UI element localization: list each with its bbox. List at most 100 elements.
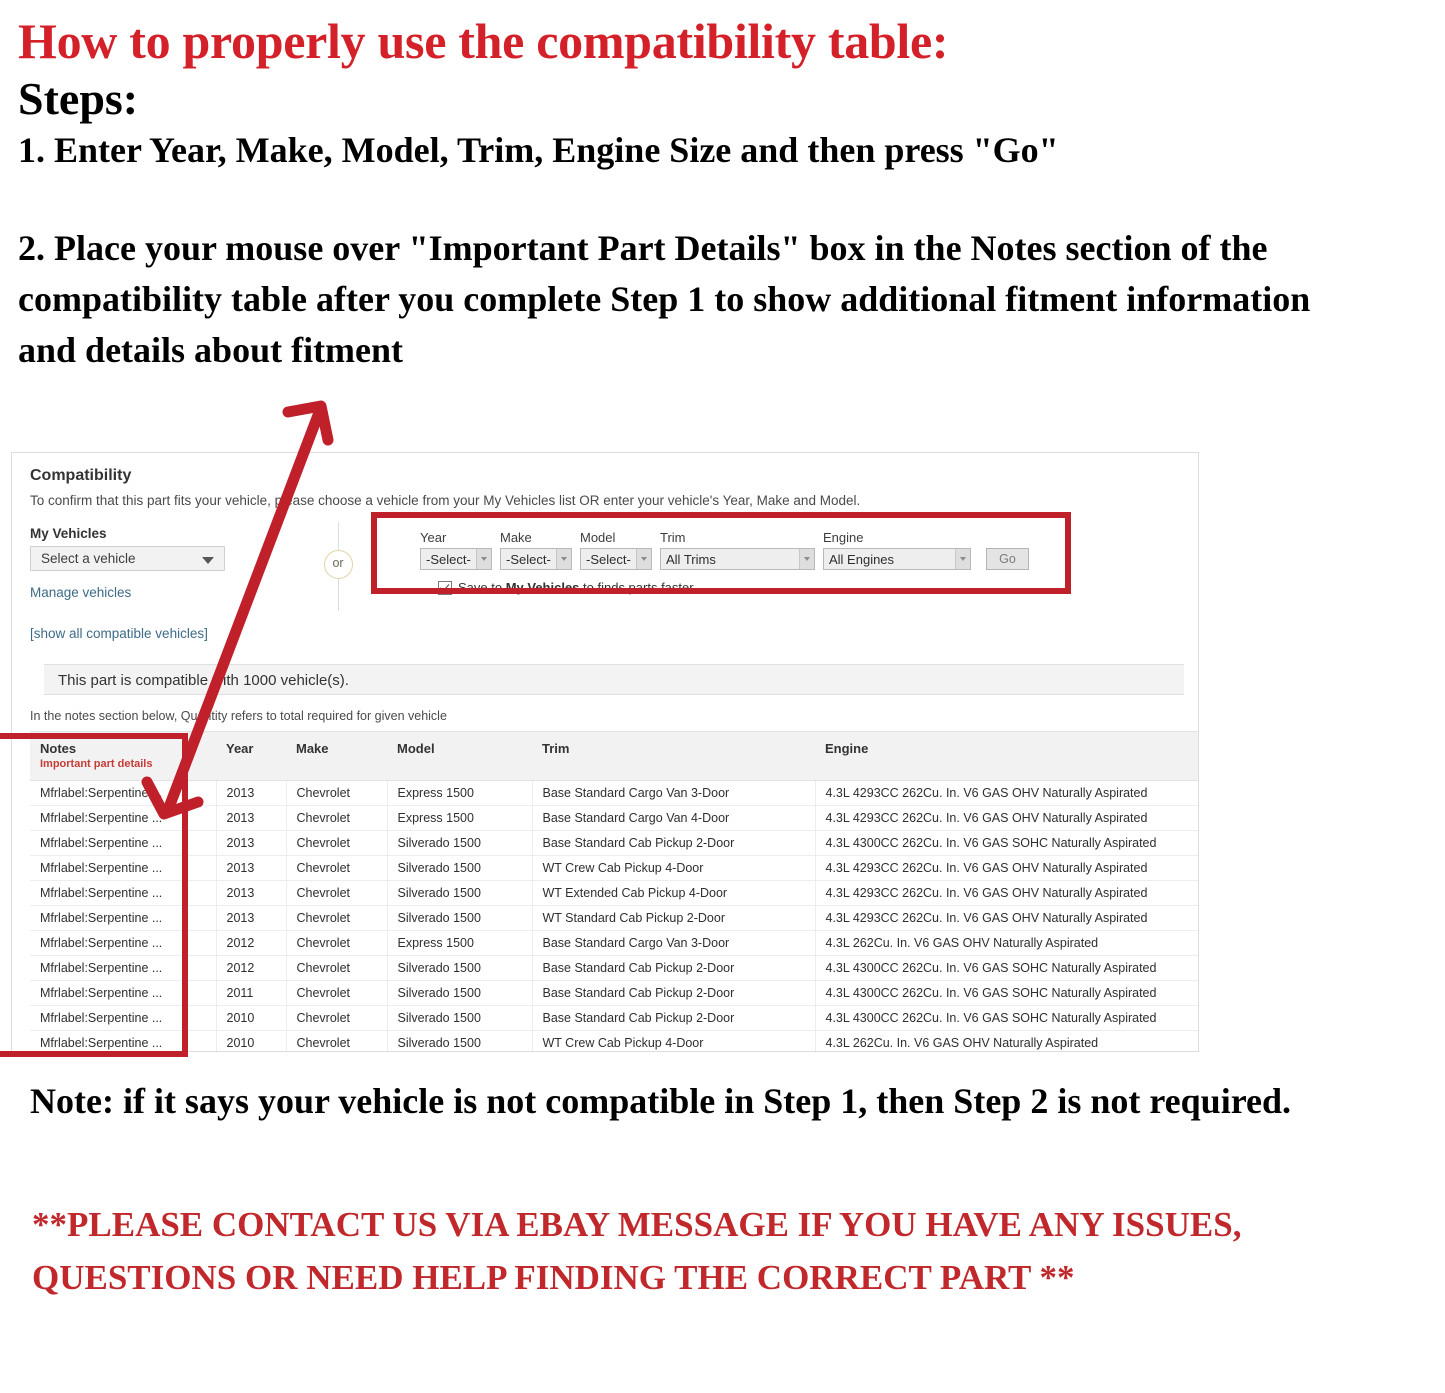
cell-model: Silverado 1500 [387,905,533,931]
trim-select[interactable]: All Trims [660,548,815,570]
step-1-text: 1. Enter Year, Make, Model, Trim, Engine… [18,129,1059,170]
page-title: How to properly use the compatibility ta… [18,13,949,69]
important-part-details-label: Important part details [40,758,153,770]
cell-notes[interactable]: Mfrlabel:Serpentine ... [30,805,217,831]
cell-year: 2013 [216,905,287,931]
contact-text: **PLEASE CONTACT US VIA EBAY MESSAGE IF … [32,1205,1242,1298]
model-field-group: Model -Select- [580,530,652,570]
cell-trim: Base Standard Cargo Van 3-Door [532,780,816,806]
model-value: -Select- [586,551,631,567]
cell-trim: Base Standard Cargo Van 4-Door [532,805,816,831]
cell-notes[interactable]: Mfrlabel:Serpentine ... [30,1030,217,1051]
cell-engine: 4.3L 262Cu. In. V6 GAS OHV Naturally Asp… [815,930,1198,956]
table-header-row: Notes Important part details Year Make M… [30,731,1198,781]
table-row: Mfrlabel:Serpentine ... 2013 Chevrolet Silv… [30,830,1198,856]
cell-year: 2013 [216,855,287,881]
or-divider-line-bottom [337,579,339,611]
cell-model: Express 1500 [387,780,533,806]
year-select[interactable]: -Select- [420,548,492,570]
chevron-down-icon [799,549,814,569]
cell-make: Chevrolet [286,780,388,806]
cell-engine: 4.3L 4293CC 262Cu. In. V6 GAS OHV Natura… [815,905,1198,931]
cell-engine: 4.3L 4293CC 262Cu. In. V6 GAS OHV Natura… [815,880,1198,906]
year-field-group: Year -Select- [420,530,492,570]
instructions-block: How to properly use the compatibility ta… [18,14,1418,376]
cell-notes[interactable]: Mfrlabel:Serpentine ... [30,780,217,806]
fitment-table-body: Mfrlabel:Serpentine ... 2013 Chevrolet Expr… [30,780,1198,1051]
cell-make: Chevrolet [286,930,388,956]
cell-notes[interactable]: Mfrlabel:Serpentine ... [30,880,217,906]
cell-trim: Base Standard Cab Pickup 2-Door [532,980,816,1006]
cell-notes[interactable]: Mfrlabel:Serpentine ... [30,830,217,856]
make-label: Make [500,530,532,545]
my-vehicles-select[interactable]: Select a vehicle [30,546,225,571]
cell-notes[interactable]: Mfrlabel:Serpentine ... [30,930,217,956]
save-text-bold: My Vehicles [505,580,580,595]
cell-make: Chevrolet [286,905,388,931]
go-button[interactable]: Go [986,548,1029,570]
show-all-compatible-vehicles-link[interactable]: [show all compatible vehicles] [30,626,300,641]
compatibility-heading: Compatibility [30,467,132,484]
make-select[interactable]: -Select- [500,548,572,570]
engine-value: All Engines [829,551,895,567]
trim-field-group: Trim All Trims [660,530,815,570]
year-label: Year [420,530,447,545]
trim-value: All Trims [666,551,716,567]
table-row: Mfrlabel:Serpentine ... 2013 Chevrolet Expr… [30,805,1198,831]
cell-year: 2010 [216,1005,287,1031]
my-vehicles-value: Select a vehicle [41,551,136,566]
cell-model: Silverado 1500 [387,855,533,881]
year-value: -Select- [426,551,471,567]
chevron-down-icon [955,549,970,569]
cell-make: Chevrolet [286,880,388,906]
cell-year: 2012 [216,930,287,956]
column-header-make: Make [286,731,387,781]
cell-model: Express 1500 [387,805,533,831]
cell-model: Silverado 1500 [387,830,533,856]
table-row: Mfrlabel:Serpentine ... 2012 Chevrolet Expr… [30,930,1198,956]
cell-trim: WT Extended Cab Pickup 4-Door [532,880,816,906]
column-header-year: Year [216,731,286,781]
cell-make: Chevrolet [286,805,388,831]
vehicle-selection-row: My Vehicles Select a vehicle Manage vehi… [30,522,1180,646]
column-header-notes: Notes Important part details [30,731,216,781]
notes-quantity-hint: In the notes section below, Quantity ref… [30,709,447,723]
cell-year: 2013 [216,830,287,856]
engine-select[interactable]: All Engines [823,548,971,570]
table-row: Mfrlabel:Serpentine ... 2011 Chevrolet Silv… [30,980,1198,1006]
save-to-my-vehicles-label: Save to My Vehicles to finds parts faste… [458,580,694,595]
table-row: Mfrlabel:Serpentine ... 2013 Chevrolet Expr… [30,780,1198,806]
cell-model: Silverado 1500 [387,955,533,981]
step-2-text: 2. Place your mouse over "Important Part… [18,227,1311,371]
table-row: Mfrlabel:Serpentine ... 2012 Chevrolet Silv… [30,955,1198,981]
cell-year: 2010 [216,1030,287,1051]
model-select[interactable]: -Select- [580,548,652,570]
cell-engine: 4.3L 4300CC 262Cu. In. V6 GAS SOHC Natur… [815,830,1198,856]
cell-notes[interactable]: Mfrlabel:Serpentine ... [30,955,217,981]
cell-make: Chevrolet [286,955,388,981]
column-header-model: Model [387,731,532,781]
column-header-engine: Engine [815,731,1198,781]
table-row: Mfrlabel:Serpentine ... 2010 Chevrolet Silv… [30,1005,1198,1031]
make-value: -Select- [506,551,551,567]
save-text-post: to finds parts faster [579,580,694,595]
cell-notes[interactable]: Mfrlabel:Serpentine ... [30,905,217,931]
table-row: Mfrlabel:Serpentine ... 2013 Chevrolet Silv… [30,855,1198,881]
cell-year: 2011 [216,980,287,1006]
cell-model: Express 1500 [387,930,533,956]
compatible-count-banner: This part is compatible with 1000 vehicl… [44,664,1184,695]
cell-notes[interactable]: Mfrlabel:Serpentine ... [30,980,217,1006]
save-to-my-vehicles-checkbox[interactable] [438,580,452,595]
or-badge: or [323,550,353,579]
engine-field-group: Engine All Engines [823,530,971,570]
cell-year: 2012 [216,955,287,981]
compatibility-subtitle: To confirm that this part fits your vehi… [30,493,861,508]
table-row: Mfrlabel:Serpentine ... 2013 Chevrolet Silv… [30,905,1198,931]
cell-make: Chevrolet [286,1030,388,1051]
make-field-group: Make -Select- [500,530,572,570]
cell-engine: 4.3L 4300CC 262Cu. In. V6 GAS SOHC Natur… [815,980,1198,1006]
save-to-my-vehicles-row[interactable]: Save to My Vehicles to finds parts faste… [438,580,1060,595]
cell-notes[interactable]: Mfrlabel:Serpentine ... [30,855,217,881]
manage-vehicles-link[interactable]: Manage vehicles [30,585,300,600]
cell-notes[interactable]: Mfrlabel:Serpentine ... [30,1005,217,1031]
